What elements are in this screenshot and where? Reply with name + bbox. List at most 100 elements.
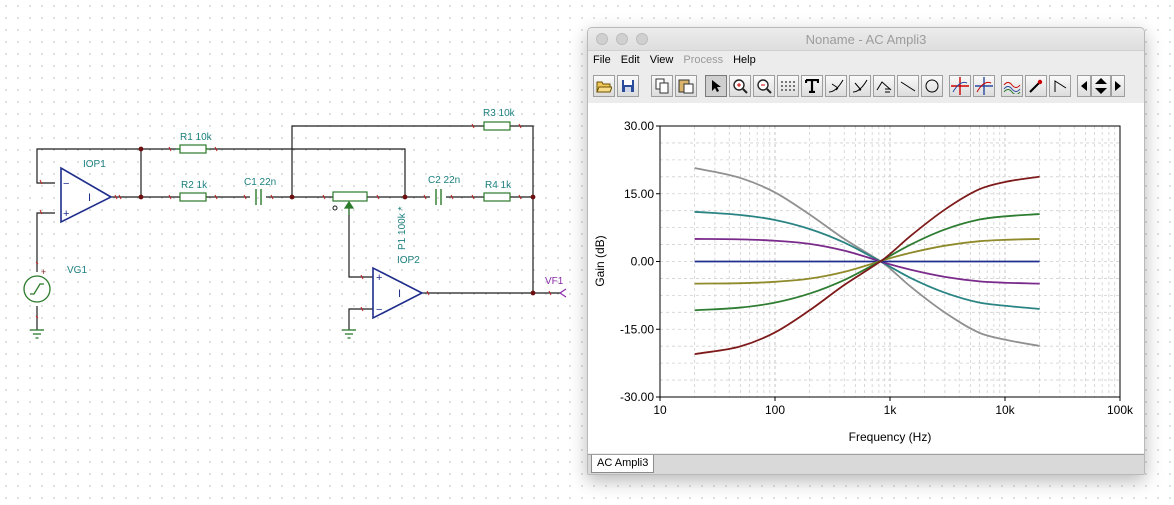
label-vg1: VG1 — [67, 265, 87, 276]
opamp-iop1-minus: − — [63, 178, 69, 190]
label-c2: C2 22n — [428, 175, 460, 186]
cursor-a-button[interactable] — [825, 75, 847, 97]
marker-b-button[interactable] — [973, 75, 995, 97]
x-tick-label: 100k — [1107, 403, 1134, 417]
ellipse-tool-button[interactable] — [921, 75, 943, 97]
line-tool-button[interactable] — [897, 75, 919, 97]
x-tick-label: 100 — [765, 403, 785, 417]
zoom-in-icon — [733, 79, 748, 94]
marker-a-button[interactable] — [949, 75, 971, 97]
opamp-iop2[interactable]: I + − — [372, 266, 424, 320]
marker-b-icon — [975, 77, 993, 95]
label-r3: R3 10k — [483, 108, 516, 119]
y-tick-label: 30.00 — [624, 119, 654, 133]
series-line-2[interactable] — [694, 210, 1040, 310]
tab-ac-ampli3[interactable]: AC Ampli3 — [591, 455, 655, 473]
vg1-plus-sign: + — [41, 267, 46, 277]
copy-button[interactable] — [651, 75, 673, 97]
text-tool-button[interactable] — [801, 75, 823, 97]
menu-file[interactable]: File — [588, 51, 616, 66]
label-c1: C1 22n — [244, 177, 276, 188]
capacitor-c1[interactable] — [255, 189, 262, 205]
arrow-updown-icon — [1095, 78, 1107, 94]
waveform-icon — [1003, 82, 1021, 94]
resistor-r1[interactable] — [179, 144, 207, 154]
y-axis-label: Gain (dB) — [593, 235, 607, 286]
grid-icon — [781, 81, 795, 91]
zoom-in-button[interactable] — [729, 75, 751, 97]
x-tick-label: 1k — [884, 403, 898, 417]
cursor-a-icon — [828, 79, 844, 93]
y-tick-label: -15.00 — [620, 322, 654, 336]
resistor-r2[interactable] — [179, 192, 207, 202]
label-iop1: IOP1 — [83, 159, 106, 170]
scroll-left-button[interactable] — [1077, 75, 1091, 97]
line-icon — [900, 81, 916, 92]
probe-vf1-terminal[interactable] — [559, 288, 567, 298]
cursor-b-button[interactable] — [849, 75, 871, 97]
opamp-iop2-plus: + — [376, 272, 382, 284]
plot-area[interactable]: -30.00 -15.00 0.00 15.00 30.00 10 100 1k 10k 100k… — [588, 103, 1144, 453]
label-p1: P1 100k * — [397, 207, 408, 250]
junction-dots — [138, 146, 536, 296]
menu-help[interactable]: Help — [728, 51, 761, 66]
label-r4: R4 1k — [485, 180, 512, 191]
y-tick-label: 15.00 — [624, 187, 654, 201]
scroll-right-button[interactable] — [1111, 75, 1125, 97]
open-button[interactable] — [593, 75, 615, 97]
y-tick-label: 0.00 — [631, 255, 655, 269]
scroll-updown-button[interactable] — [1091, 75, 1111, 97]
tab-bar: AC Ampli3 — [588, 454, 1144, 474]
curve-tool-button[interactable] — [873, 75, 895, 97]
capacitor-c2[interactable] — [435, 189, 442, 205]
label-vf1: VF1 — [545, 276, 564, 287]
circuit-schematic: I − + I + − + R1 10k R2 1k R3 10k R4 1k … — [23, 108, 567, 339]
zoom-out-icon — [757, 79, 772, 94]
probe-button[interactable] — [1025, 75, 1047, 97]
label-iop2: IOP2 — [397, 255, 420, 266]
menu-bar: File Edit View Process Help — [588, 51, 1144, 69]
paste-icon — [678, 79, 694, 94]
open-icon — [596, 81, 612, 93]
slope-button[interactable] — [1049, 75, 1071, 97]
potentiometer-p1[interactable] — [332, 191, 368, 202]
text-icon — [805, 79, 819, 93]
paste-button[interactable] — [675, 75, 697, 97]
label-r2: R2 1k — [181, 180, 208, 191]
opamp-iop1-plus: + — [63, 208, 69, 220]
copy-icon — [655, 78, 669, 94]
save-button[interactable] — [617, 75, 639, 97]
menu-edit[interactable]: Edit — [616, 51, 645, 66]
x-tick-label: 10k — [995, 403, 1015, 417]
x-axis-label: Frequency (Hz) — [849, 430, 932, 444]
curve-icon — [876, 81, 892, 93]
resistor-r4[interactable] — [483, 192, 511, 202]
cursor-b-icon — [852, 79, 868, 93]
pot-pin-marker — [332, 205, 338, 211]
pot-wiper — [343, 200, 355, 215]
slope-icon — [1054, 80, 1067, 92]
diagram-window[interactable]: Noname - AC Ampli3 File Edit View Process He… — [587, 27, 1145, 475]
pointer-tool-button[interactable] — [705, 75, 727, 97]
menu-view[interactable]: View — [645, 51, 679, 66]
opamp-iop1-glyph: I — [88, 192, 91, 204]
pin-markers — [35, 123, 552, 319]
wires — [36, 125, 560, 330]
arrow-right-icon — [1115, 81, 1121, 91]
resistor-r3[interactable] — [483, 121, 511, 131]
ground-symbol-vg1 — [30, 329, 44, 339]
voltage-source-vg1[interactable]: + — [23, 267, 51, 303]
arrow-left-icon — [1081, 81, 1087, 91]
window-titlebar[interactable]: Noname - AC Ampli3 — [588, 28, 1144, 51]
pointer-icon — [712, 80, 721, 92]
opamp-iop2-glyph: I — [398, 288, 401, 300]
opamp-iop2-minus: − — [376, 304, 382, 316]
grid-button[interactable] — [777, 75, 799, 97]
probe-icon — [1029, 79, 1043, 93]
gain-frequency-chart[interactable]: -30.00 -15.00 0.00 15.00 30.00 10 100 1k 10k 100k… — [588, 103, 1144, 453]
ground-symbol-iop2 — [342, 329, 356, 339]
opamp-iop1[interactable]: I − + — [60, 166, 113, 224]
waveform-button[interactable] — [1001, 75, 1023, 97]
menu-process[interactable]: Process — [678, 51, 728, 66]
zoom-out-button[interactable] — [753, 75, 775, 97]
